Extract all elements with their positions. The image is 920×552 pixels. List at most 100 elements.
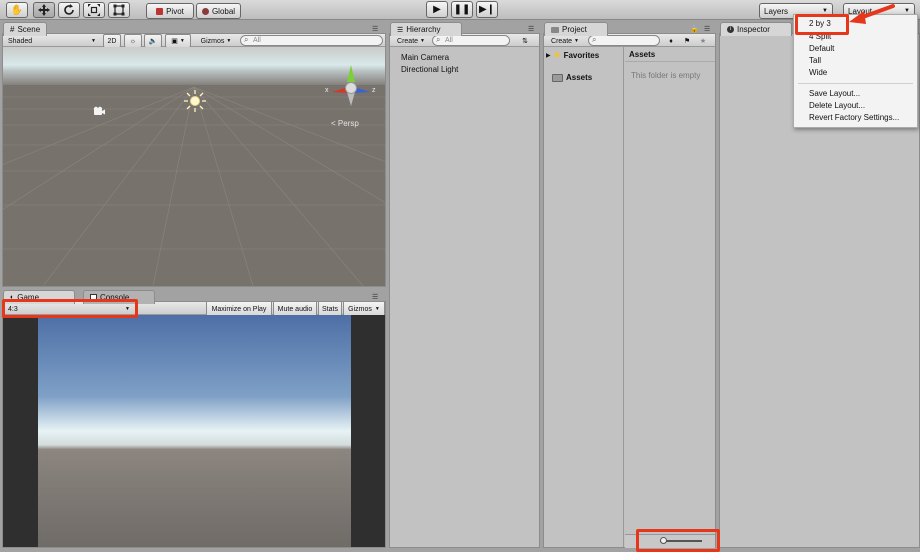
hand-tool-button[interactable]: ✋ xyxy=(6,2,28,18)
favorites-star-button[interactable]: ★ xyxy=(696,34,710,48)
project-search-input[interactable] xyxy=(588,35,660,46)
pause-button[interactable]: ❚❚ xyxy=(451,1,473,18)
favorites-label: Favorites xyxy=(563,51,600,60)
hierarchy-pane-menu-icon[interactable]: ☰ xyxy=(528,25,538,33)
layers-label: Layers xyxy=(764,6,789,16)
star-icon: ★ xyxy=(699,38,707,45)
project-create-dropdown[interactable]: Create ▼ xyxy=(546,34,584,48)
step-button[interactable]: ▶❙ xyxy=(476,1,498,18)
scene-pane-menu-icon[interactable]: ☰ xyxy=(372,25,382,33)
sun-light-icon[interactable] xyxy=(184,90,206,112)
pivot-icon xyxy=(156,7,164,15)
chevron-down-icon: ▼ xyxy=(179,38,185,44)
scene-gizmos-dropdown[interactable]: Gizmos ▼ xyxy=(197,34,235,48)
highlight-arrow xyxy=(849,4,895,24)
stats-toggle[interactable]: Stats xyxy=(318,302,342,316)
tag-icon: ⚑ xyxy=(683,38,691,45)
chevron-down-icon: ▼ xyxy=(420,38,425,44)
revert-factory-settings-item[interactable]: Revert Factory Settings... xyxy=(809,113,899,122)
hierarchy-create-label: Create xyxy=(397,37,419,45)
persp-label[interactable]: < Persp xyxy=(331,119,359,128)
tab-inspector[interactable]: i Inspector xyxy=(720,22,792,36)
pause-icon: ❚❚ xyxy=(453,4,471,15)
filter-by-type-button[interactable]: ♦ xyxy=(664,34,678,48)
gizmo-z-label: z xyxy=(372,87,376,94)
sort-icon: ⇅ xyxy=(522,38,528,45)
assets-folder-label: Assets xyxy=(566,73,593,82)
filter-by-label-button[interactable]: ⚑ xyxy=(680,34,694,48)
star-favorites-icon: ★ xyxy=(552,50,562,61)
move-tool-button[interactable] xyxy=(33,2,55,18)
favorites-row[interactable]: ▶ ★ Favorites xyxy=(546,50,599,61)
game-panel: 4:3 ▼ Maximize on Play Mute audio Stats … xyxy=(2,301,386,548)
persp-text: Persp xyxy=(337,119,359,128)
assets-folder-row[interactable]: Assets xyxy=(552,73,592,82)
hierarchy-sort-button[interactable]: ⇅ xyxy=(514,34,536,48)
move-icon xyxy=(38,4,50,16)
globe-icon xyxy=(201,7,209,15)
menu-divider xyxy=(798,83,913,84)
project-pane-menu-icon[interactable]: ☰ xyxy=(704,25,714,33)
game-gizmos-label: Gizmos xyxy=(348,305,372,313)
scene-search-input[interactable]: All xyxy=(240,35,383,46)
rect-tool-button[interactable] xyxy=(108,2,130,18)
highlight-aspect-dropdown xyxy=(2,299,138,318)
maximize-on-play-toggle[interactable]: Maximize on Play xyxy=(206,302,272,316)
save-layout-item[interactable]: Save Layout... xyxy=(809,89,860,98)
chevron-down-icon: ▼ xyxy=(574,38,579,44)
pivot-toggle[interactable]: Pivot xyxy=(146,3,194,19)
scene-audio-toggle[interactable]: 🔈 xyxy=(144,34,162,48)
image-icon: ▣ xyxy=(171,38,178,45)
highlight-slider xyxy=(636,529,720,552)
layout-option-default[interactable]: Default xyxy=(809,44,834,53)
sun-icon: ☼ xyxy=(129,37,137,45)
filter-icon: ♦ xyxy=(669,37,673,45)
lock-icon[interactable]: 🔒 xyxy=(690,25,699,33)
step-icon: ▶❙ xyxy=(478,4,496,15)
game-viewport[interactable] xyxy=(38,315,351,547)
speaker-icon: 🔈 xyxy=(148,38,158,45)
2d-toggle[interactable]: 2D xyxy=(103,34,121,48)
rotate-icon xyxy=(64,4,74,15)
expand-arrow-icon[interactable]: ▶ xyxy=(546,52,551,59)
hierarchy-item-main-camera[interactable]: Main Camera xyxy=(401,53,458,65)
layout-option-tall[interactable]: Tall xyxy=(809,56,821,65)
global-toggle[interactable]: Global xyxy=(196,3,241,19)
tab-scene[interactable]: # Scene xyxy=(3,22,48,36)
scale-tool-button[interactable] xyxy=(83,2,105,18)
rotate-tool-button[interactable] xyxy=(58,2,80,18)
layout-option-wide[interactable]: Wide xyxy=(809,68,827,77)
scene-effects-dropdown[interactable]: ▣ ▼ xyxy=(165,34,191,48)
play-icon: ▶ xyxy=(433,4,441,15)
list-icon: ☰ xyxy=(397,26,404,34)
scene-panel: Shaded ▼ 2D ☼ 🔈 ▣ ▼ Gizmos ▼ All xyxy=(2,33,386,287)
scene-lighting-toggle[interactable]: ☼ xyxy=(124,34,142,48)
rect-tool-icon xyxy=(113,4,125,16)
game-gizmos-dropdown[interactable]: Gizmos ▼ xyxy=(343,302,385,316)
tab-scene-label: Scene xyxy=(17,25,41,34)
orientation-gizmo-icon[interactable]: x z xyxy=(325,62,377,112)
shading-mode-label: Shaded xyxy=(8,37,33,45)
global-label: Global xyxy=(211,6,236,16)
scene-toolbar: Shaded ▼ 2D ☼ 🔈 ▣ ▼ Gizmos ▼ All xyxy=(3,34,385,48)
shading-mode-dropdown[interactable]: Shaded ▼ xyxy=(5,34,99,48)
project-panel: Create ▼ ♦ ⚑ ★ ▶ ★ Favorites Assets Asse… xyxy=(543,33,716,548)
mute-audio-toggle[interactable]: Mute audio xyxy=(273,302,317,316)
hierarchy-list: Main Camera Directional Light xyxy=(401,53,458,77)
grid-icon: # xyxy=(10,25,15,34)
camera-icon[interactable] xyxy=(92,106,106,116)
tab-hierarchy[interactable]: ☰ Hierarchy xyxy=(390,22,462,36)
hierarchy-item-directional-light[interactable]: Directional Light xyxy=(401,65,458,77)
hand-icon: ✋ xyxy=(10,4,24,16)
tab-project-label: Project xyxy=(562,25,587,34)
chevron-down-icon: ▼ xyxy=(91,38,96,44)
tab-inspector-label: Inspector xyxy=(737,25,770,34)
gizmo-x-label: x xyxy=(325,87,329,94)
play-button[interactable]: ▶ xyxy=(426,1,448,18)
hierarchy-create-dropdown[interactable]: Create ▼ xyxy=(392,34,430,48)
hierarchy-search-input[interactable]: All xyxy=(432,35,510,46)
folder-icon xyxy=(552,73,563,82)
delete-layout-item[interactable]: Delete Layout... xyxy=(809,101,865,110)
tab-project[interactable]: Project xyxy=(544,22,608,36)
game-pane-menu-icon[interactable]: ☰ xyxy=(372,293,382,301)
